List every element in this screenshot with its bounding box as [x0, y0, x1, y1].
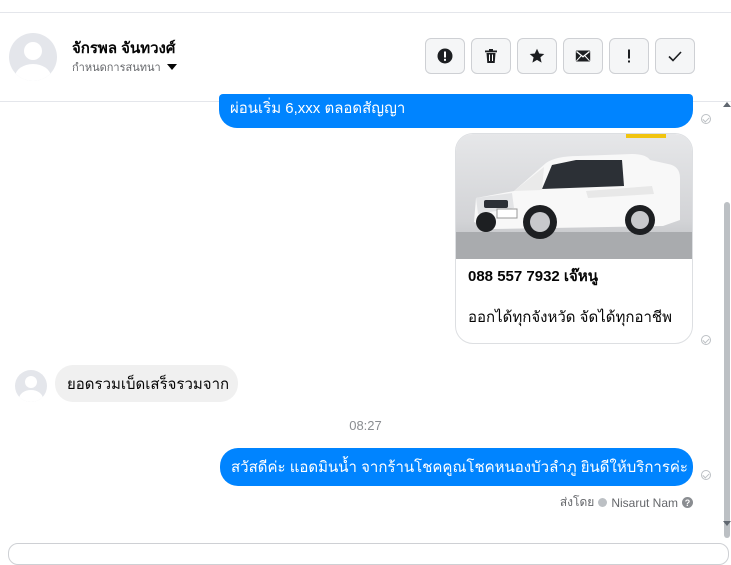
sent-by-line: ส่งโดย Nisarut Nam ? — [560, 493, 693, 512]
scrollbar[interactable] — [723, 102, 731, 538]
message-text: สวัสดีค่ะ แอดมินน้ำ จากร้านโชคคูณโชคหนอง… — [231, 459, 688, 476]
envelope-icon — [575, 50, 591, 62]
done-button[interactable] — [655, 38, 695, 74]
scroll-down-arrow-icon[interactable] — [723, 521, 731, 526]
report-button[interactable] — [425, 38, 465, 74]
check-icon — [668, 51, 682, 62]
sender-avatar[interactable] — [15, 370, 47, 402]
caret-down-icon — [166, 64, 177, 70]
incoming-message[interactable]: ยอดรวมเบ็ดเสร็จรวมจาก — [55, 365, 238, 402]
delete-button[interactable] — [471, 38, 511, 74]
star-icon — [529, 48, 545, 63]
read-receipt-icon — [701, 114, 711, 124]
scroll-thumb[interactable] — [724, 202, 730, 538]
timestamp: 08:27 — [349, 418, 382, 433]
verified-icon — [598, 498, 608, 507]
message-text: ผ่อนเริ่ม 6,xxx ตลอดสัญญา — [230, 100, 406, 117]
help-icon[interactable]: ? — [682, 497, 693, 508]
message-composer[interactable] — [8, 543, 729, 565]
pickup-truck-icon — [456, 134, 692, 259]
star-button[interactable] — [517, 38, 557, 74]
exclamation-icon — [628, 49, 630, 63]
truck-image[interactable] — [456, 134, 692, 259]
read-receipt-icon — [701, 470, 711, 480]
contact-name[interactable]: จักรพล จันทวงศ์ — [72, 36, 175, 60]
conversation-settings-dropdown[interactable]: กำหนดการสนทนา — [72, 58, 177, 76]
spam-button[interactable] — [609, 38, 649, 74]
image-card-message[interactable]: 088 557 7932 เจ๊หนู ออกได้ทุกจังหวัด จัด… — [455, 133, 693, 344]
header-actions — [425, 38, 695, 74]
outgoing-message[interactable]: สวัสดีค่ะ แอดมินน้ำ จากร้านโชคคูณโชคหนอง… — [220, 448, 693, 486]
conversation-settings-label: กำหนดการสนทนา — [72, 62, 161, 74]
alert-circle-icon — [437, 48, 453, 64]
sent-by-label: ส่งโดย — [559, 495, 595, 509]
sender-name: Nisarut Nam — [611, 495, 678, 510]
mark-unread-button[interactable] — [563, 38, 603, 74]
card-description: ออกได้ทุกจังหวัด จัดได้ทุกอาชีพ — [468, 309, 672, 326]
message-text: ยอดรวมเบ็ดเสร็จรวมจาก — [67, 375, 230, 393]
trash-icon — [485, 49, 497, 63]
card-title: 088 557 7932 เจ๊หนู — [468, 268, 598, 285]
scroll-up-arrow-icon[interactable] — [723, 102, 731, 107]
contact-avatar[interactable] — [9, 33, 57, 81]
outgoing-message[interactable]: ผ่อนเริ่ม 6,xxx ตลอดสัญญา — [219, 94, 693, 128]
conversation-header: จักรพล จันทวงศ์ กำหนดการสนทนา — [0, 13, 731, 102]
read-receipt-icon — [701, 335, 711, 345]
